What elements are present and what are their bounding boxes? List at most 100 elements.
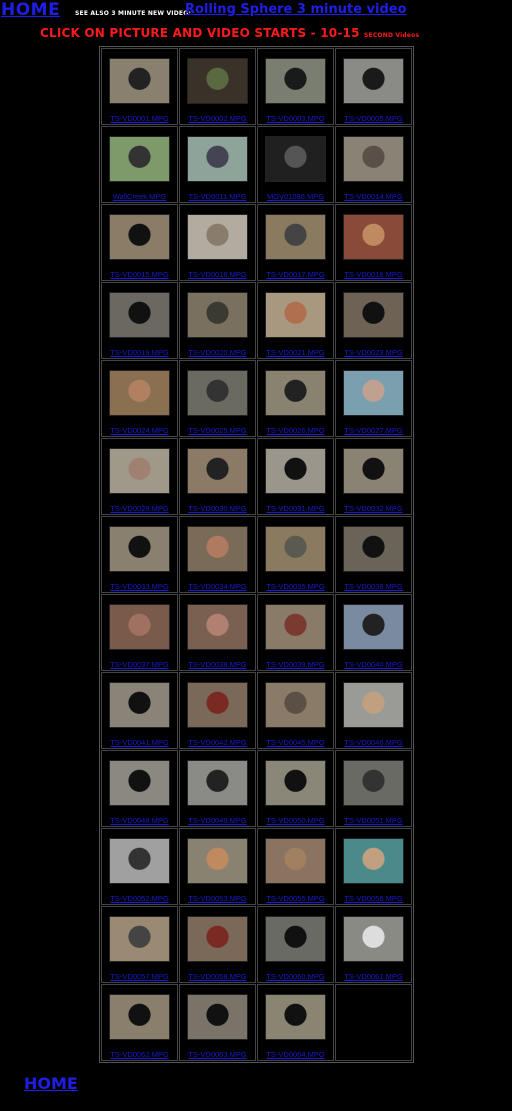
video-thumbnail[interactable] bbox=[187, 136, 248, 182]
video-thumbnail[interactable] bbox=[187, 760, 248, 806]
gallery-cell[interactable]: TS-VD0063.MPG bbox=[179, 984, 256, 1061]
rolling-sphere-video-link[interactable]: Rolling Sphere 3 minute video bbox=[185, 2, 407, 17]
video-thumbnail[interactable] bbox=[109, 214, 170, 260]
gallery-cell[interactable]: TS-VD0040.MPG bbox=[335, 594, 412, 671]
gallery-cell[interactable]: WallCreek.MPG bbox=[101, 126, 178, 203]
video-thumbnail[interactable] bbox=[343, 604, 404, 650]
video-link[interactable]: TS-VD0005.MPG bbox=[336, 114, 411, 123]
video-thumbnail[interactable] bbox=[187, 214, 248, 260]
gallery-cell[interactable]: TS-VD0062.MPG bbox=[101, 984, 178, 1061]
video-link[interactable]: TS-VD0001.MPG bbox=[102, 114, 177, 123]
video-thumbnail[interactable] bbox=[343, 136, 404, 182]
video-thumbnail[interactable] bbox=[187, 604, 248, 650]
gallery-cell[interactable]: TS-VD0028.MPG bbox=[101, 438, 178, 515]
video-link[interactable]: TS-VD0033.MPG bbox=[102, 582, 177, 591]
gallery-cell[interactable]: TS-VD0050.MPG bbox=[257, 750, 334, 827]
gallery-cell[interactable]: TS-VD0039.MPG bbox=[257, 594, 334, 671]
video-thumbnail[interactable] bbox=[343, 448, 404, 494]
video-link[interactable]: TS-VD0030.MPG bbox=[180, 504, 255, 513]
gallery-cell[interactable]: TS-VD0032.MPG bbox=[335, 438, 412, 515]
video-thumbnail[interactable] bbox=[343, 526, 404, 572]
video-link[interactable]: TS-VD0023.MPG bbox=[336, 348, 411, 357]
video-link[interactable]: TS-VD0062.MPG bbox=[102, 1050, 177, 1059]
gallery-cell[interactable]: TS-VD0014.MPG bbox=[335, 126, 412, 203]
gallery-cell[interactable]: TS-VD0048.MPG bbox=[101, 750, 178, 827]
gallery-cell[interactable]: TS-VD0015.MPG bbox=[101, 204, 178, 281]
video-link[interactable]: TS-VD0048.MPG bbox=[102, 816, 177, 825]
gallery-cell[interactable]: TS-VD0034.MPG bbox=[179, 516, 256, 593]
gallery-cell[interactable]: TS-VD0038.MPG bbox=[179, 594, 256, 671]
video-link[interactable]: TS-VD0037.MPG bbox=[102, 660, 177, 669]
video-link[interactable]: TS-VD0014.MPG bbox=[336, 192, 411, 201]
gallery-cell[interactable]: TS-VD0057.MPG bbox=[101, 906, 178, 983]
gallery-cell[interactable]: TS-VD0058.MPG bbox=[179, 906, 256, 983]
gallery-cell[interactable]: TS-VD0030.MPG bbox=[179, 438, 256, 515]
video-thumbnail[interactable] bbox=[265, 292, 326, 338]
video-thumbnail[interactable] bbox=[109, 916, 170, 962]
gallery-cell[interactable]: TS-VD0051.MPG bbox=[335, 750, 412, 827]
gallery-cell[interactable]: TS-VD0046.MPG bbox=[335, 672, 412, 749]
video-thumbnail[interactable] bbox=[343, 838, 404, 884]
gallery-cell[interactable]: TS-VD0011.MPG bbox=[179, 126, 256, 203]
video-link[interactable]: TS-VD0036.MPG bbox=[336, 582, 411, 591]
gallery-cell[interactable]: TS-VD0055.MPG bbox=[257, 828, 334, 905]
gallery-cell[interactable]: TS-VD0003.MPG bbox=[257, 48, 334, 125]
gallery-cell[interactable]: TS-VD0053.MPG bbox=[179, 828, 256, 905]
gallery-cell[interactable]: TS-VD0024.MPG bbox=[101, 360, 178, 437]
video-thumbnail[interactable] bbox=[109, 448, 170, 494]
video-link[interactable]: TS-VD0060.MPG bbox=[258, 972, 333, 981]
video-thumbnail[interactable] bbox=[109, 994, 170, 1040]
video-link[interactable]: TS-VD0049.MPG bbox=[180, 816, 255, 825]
gallery-cell[interactable]: TS-VD0037.MPG bbox=[101, 594, 178, 671]
gallery-cell[interactable]: TS-VD0023.MPG bbox=[335, 282, 412, 359]
video-link[interactable]: TS-VD0045.MPG bbox=[258, 738, 333, 747]
video-link[interactable]: TS-VD0038.MPG bbox=[180, 660, 255, 669]
video-link[interactable]: TS-VD0058.MPG bbox=[180, 972, 255, 981]
video-link[interactable]: TS-VD0021.MPG bbox=[258, 348, 333, 357]
video-link[interactable]: WallCreek.MPG bbox=[102, 192, 177, 201]
video-link[interactable]: TS-VD0039.MPG bbox=[258, 660, 333, 669]
video-thumbnail[interactable] bbox=[265, 994, 326, 1040]
video-thumbnail[interactable] bbox=[343, 370, 404, 416]
video-link[interactable]: TS-VD0027.MPG bbox=[336, 426, 411, 435]
video-link[interactable]: TS-VD0016.MPG bbox=[336, 270, 411, 279]
video-link[interactable]: TS-VD0056.MPG bbox=[336, 894, 411, 903]
gallery-cell[interactable]: TS-VD0020.MPG bbox=[179, 282, 256, 359]
gallery-cell[interactable]: TS-VD0035.MPG bbox=[257, 516, 334, 593]
video-link[interactable]: TS-VD0035.MPG bbox=[258, 582, 333, 591]
video-thumbnail[interactable] bbox=[187, 292, 248, 338]
video-link[interactable]: TS-VD0050.MPG bbox=[258, 816, 333, 825]
video-thumbnail[interactable] bbox=[265, 838, 326, 884]
video-thumbnail[interactable] bbox=[265, 58, 326, 104]
gallery-cell[interactable]: MOV01086.MPG bbox=[257, 126, 334, 203]
gallery-cell[interactable]: TS-VD0060.MPG bbox=[257, 906, 334, 983]
video-link[interactable]: TS-VD0032.MPG bbox=[336, 504, 411, 513]
video-link[interactable]: TS-VD0002.MPG bbox=[180, 114, 255, 123]
video-link[interactable]: TS-VD0017.MPG bbox=[258, 270, 333, 279]
gallery-cell[interactable]: TS-VD0056.MPG bbox=[335, 828, 412, 905]
video-thumbnail[interactable] bbox=[265, 448, 326, 494]
gallery-cell[interactable]: TS-VD0061.MPG bbox=[335, 906, 412, 983]
home-link-top[interactable]: HOME bbox=[1, 0, 60, 20]
gallery-cell[interactable]: TS-VD0017.MPG bbox=[257, 204, 334, 281]
video-link[interactable]: TS-VD0031.MPG bbox=[258, 504, 333, 513]
video-link[interactable]: TS-VD0016.MPG bbox=[180, 270, 255, 279]
video-link[interactable]: TS-VD0052.MPG bbox=[102, 894, 177, 903]
video-link[interactable]: TS-VD0041.MPG bbox=[102, 738, 177, 747]
video-thumbnail[interactable] bbox=[265, 370, 326, 416]
video-thumbnail[interactable] bbox=[343, 760, 404, 806]
video-thumbnail[interactable] bbox=[187, 838, 248, 884]
video-thumbnail[interactable] bbox=[265, 604, 326, 650]
video-link[interactable]: TS-VD0026.MPG bbox=[258, 426, 333, 435]
video-thumbnail[interactable] bbox=[187, 916, 248, 962]
gallery-cell[interactable]: TS-VD0036.MPG bbox=[335, 516, 412, 593]
video-link[interactable]: TS-VD0055.MPG bbox=[258, 894, 333, 903]
gallery-cell[interactable]: TS-VD0016.MPG bbox=[179, 204, 256, 281]
video-link[interactable]: TS-VD0034.MPG bbox=[180, 582, 255, 591]
video-link[interactable]: TS-VD0019.MPG bbox=[102, 348, 177, 357]
video-thumbnail[interactable] bbox=[265, 214, 326, 260]
gallery-cell[interactable]: TS-VD0021.MPG bbox=[257, 282, 334, 359]
gallery-cell[interactable]: TS-VD0042.MPG bbox=[179, 672, 256, 749]
gallery-cell[interactable]: TS-VD0041.MPG bbox=[101, 672, 178, 749]
video-link[interactable]: TS-VD0025.MPG bbox=[180, 426, 255, 435]
